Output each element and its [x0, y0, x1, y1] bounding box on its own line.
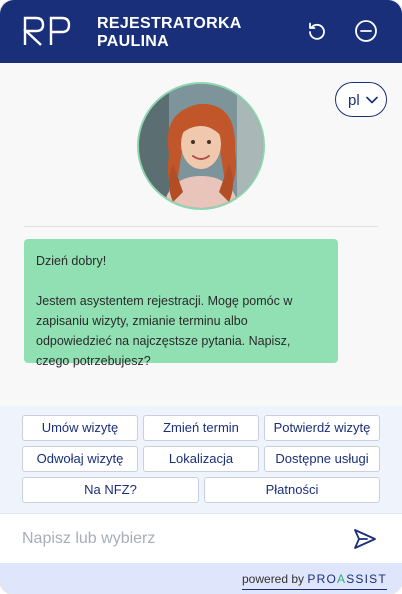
- quick-reply-book[interactable]: Umów wizytę: [22, 415, 138, 441]
- quick-reply-payments[interactable]: Płatności: [204, 477, 380, 503]
- assistant-title: REJESTRATORKA PAULINA: [97, 15, 277, 51]
- quick-reply-reschedule[interactable]: Zmień termin: [143, 415, 259, 441]
- avatar-portrait: [139, 84, 263, 208]
- bot-message: Dzień dobry! Jestem asystentem rejestrac…: [24, 239, 338, 368]
- quick-reply-confirm[interactable]: Potwierdź wizytę: [264, 415, 380, 441]
- minus-circle-icon: [355, 20, 377, 42]
- message-input[interactable]: [22, 526, 322, 552]
- send-icon: [354, 529, 376, 549]
- title-line-2: PAULINA: [97, 33, 170, 50]
- minimize-button[interactable]: [353, 18, 379, 44]
- send-button[interactable]: [353, 528, 377, 550]
- proassist-logo: PROASSIST: [307, 572, 387, 586]
- quick-reply-cancel[interactable]: Odwołaj wizytę: [22, 446, 138, 472]
- chat-header: REJESTRATORKA PAULINA: [0, 0, 402, 63]
- language-select[interactable]: pl: [335, 82, 387, 117]
- reset-button[interactable]: [304, 18, 330, 44]
- refresh-icon: [309, 22, 325, 40]
- rp-logo: [22, 16, 72, 46]
- language-current: pl: [348, 92, 360, 109]
- title-line-1: REJESTRATORKA: [97, 15, 242, 32]
- message-body: Jestem asystentem rejestracji. Mogę pomó…: [36, 294, 293, 368]
- assistant-avatar: [137, 82, 265, 210]
- chat-widget: REJESTRATORKA PAULINA pl Dzień dobry! Je…: [0, 0, 402, 594]
- chevron-down-icon: [366, 96, 378, 104]
- powered-by-link[interactable]: powered by PROASSIST: [242, 572, 387, 590]
- message-greeting: Dzień dobry!: [36, 254, 107, 268]
- quick-reply-location[interactable]: Lokalizacja: [143, 446, 259, 472]
- footer: powered by PROASSIST: [0, 563, 402, 594]
- quick-reply-services[interactable]: Dostępne usługi: [264, 446, 380, 472]
- divider: [24, 226, 378, 227]
- quick-reply-nfz[interactable]: Na NFZ?: [22, 477, 199, 503]
- quick-replies: Umów wizytę Zmień termin Potwierdź wizyt…: [0, 406, 402, 513]
- composer: [0, 513, 402, 563]
- powered-by-label: powered by: [242, 572, 305, 586]
